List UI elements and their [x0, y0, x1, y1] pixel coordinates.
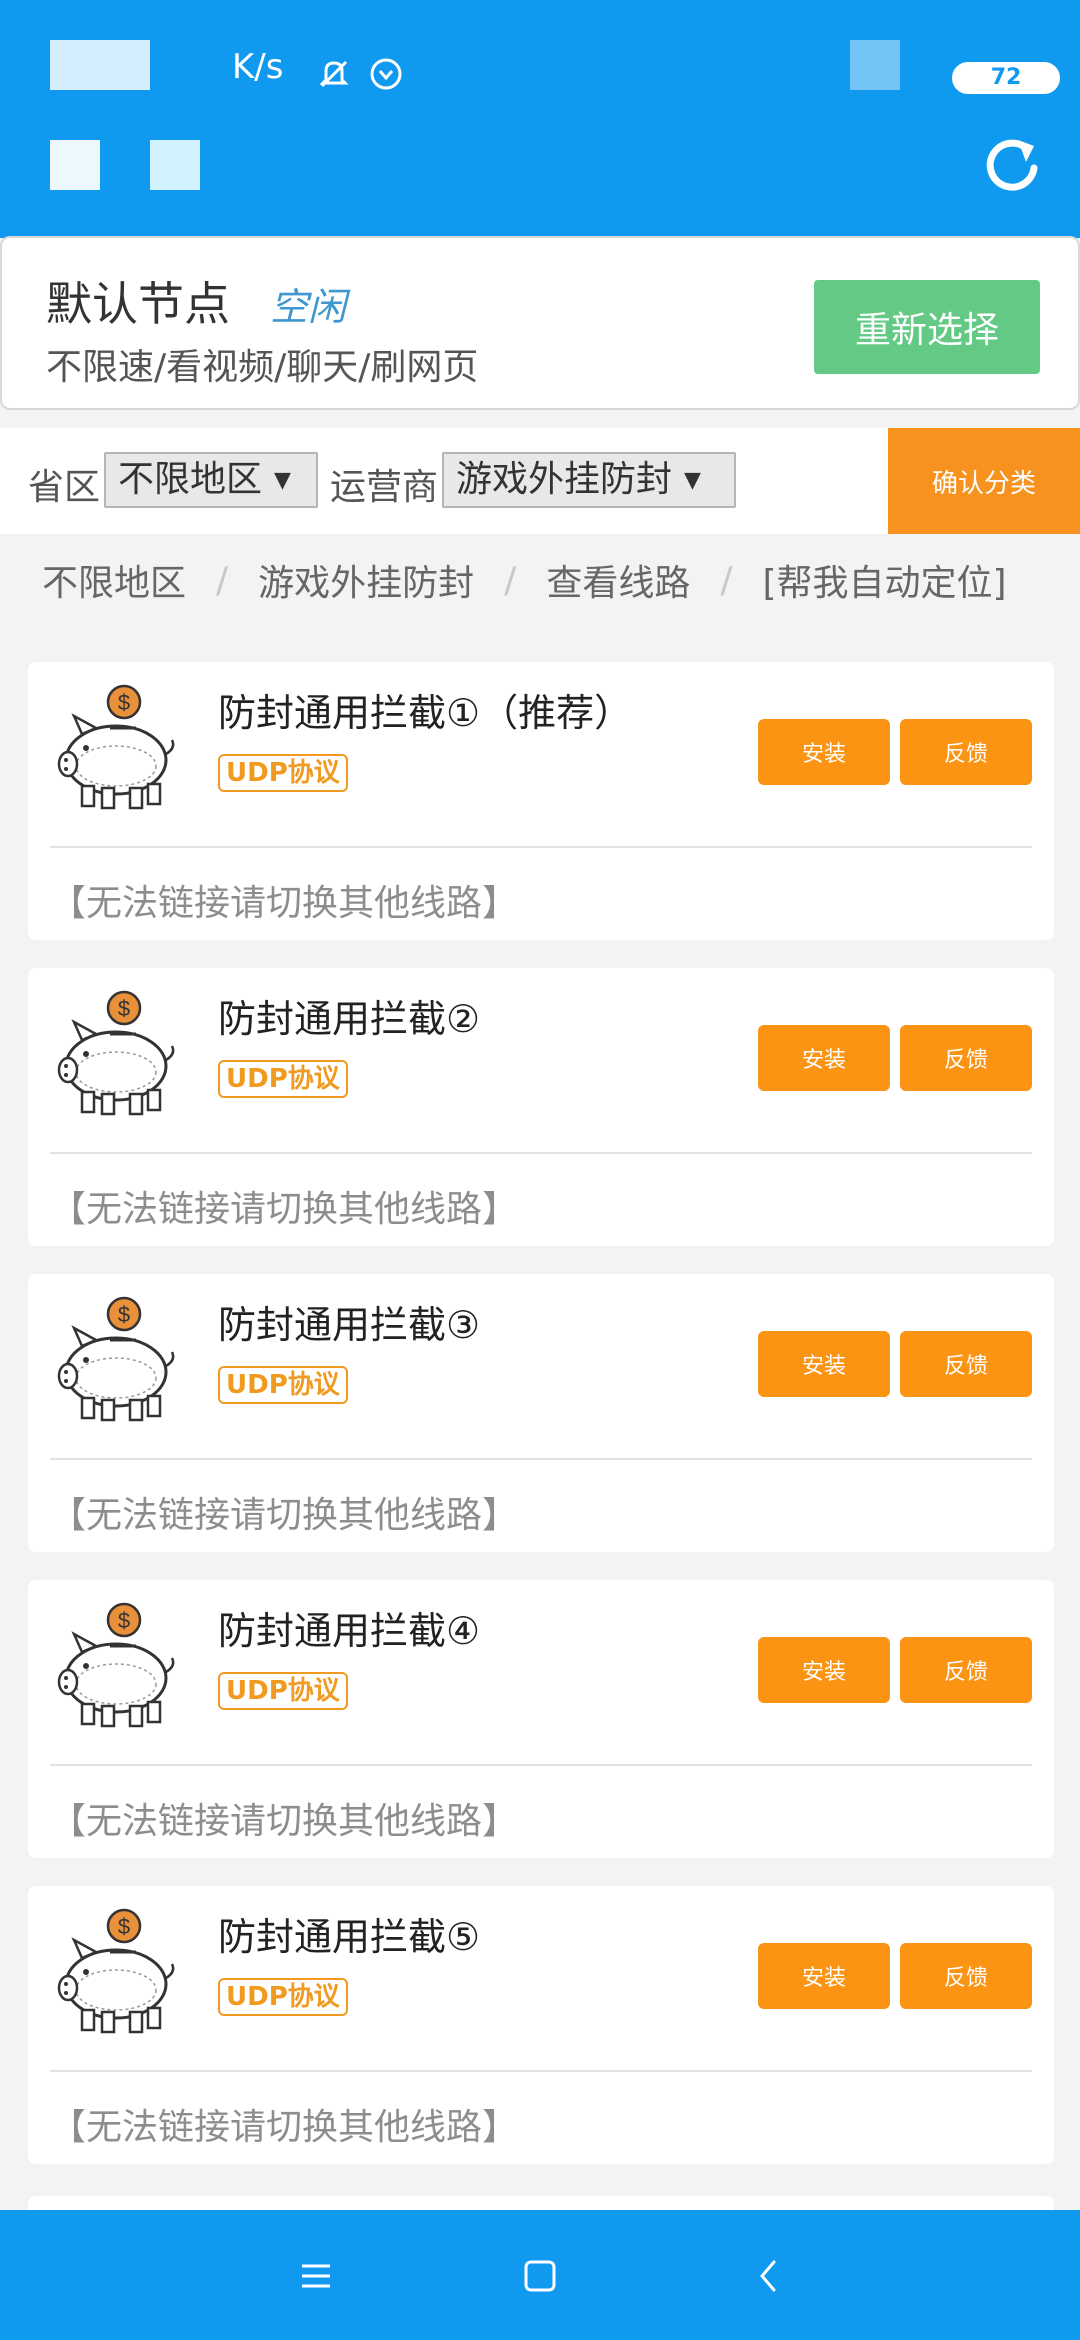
feedback-button[interactable]: 反馈 — [900, 1331, 1032, 1397]
svg-text:$: $ — [118, 1914, 130, 1939]
province-label: 省区 — [28, 467, 101, 508]
feedback-button[interactable]: 反馈 — [900, 1637, 1032, 1703]
node-title: 默认节点 — [46, 277, 230, 331]
mute-bell-icon — [316, 56, 352, 96]
filter-bar: 省区 不限地区 ▼ 运营商 游戏外挂防封 ▼ 确认分类 — [0, 428, 1080, 534]
node-status: 空闲 — [270, 285, 347, 329]
node-description: 不限速/看视频/聊天/刷网页 — [46, 347, 479, 388]
svg-text:$: $ — [118, 1302, 130, 1327]
carrier-select[interactable]: 游戏外挂防封 ▼ — [442, 452, 736, 508]
line-note: 【无法链接请切换其他线路】 — [50, 1495, 519, 1536]
location-icon — [368, 56, 404, 96]
home-icon[interactable] — [512, 2248, 568, 2304]
install-button[interactable]: 安装 — [758, 1637, 890, 1703]
confirm-category-button[interactable]: 确认分类 — [888, 428, 1080, 534]
feedback-button[interactable]: 反馈 — [900, 1025, 1032, 1091]
protocol-badge: UDP协议 — [218, 1978, 348, 2016]
line-note: 【无法链接请切换其他线路】 — [50, 2107, 519, 2148]
blurred-signal — [850, 40, 900, 90]
protocol-badge: UDP协议 — [218, 1672, 348, 1710]
feedback-button[interactable]: 反馈 — [900, 719, 1032, 785]
breadcrumb-separator: / — [216, 559, 229, 601]
breadcrumb-item-region[interactable]: 不限地区 — [42, 554, 186, 606]
province-select[interactable]: 不限地区 ▼ — [104, 452, 318, 508]
svg-text:$: $ — [118, 690, 130, 715]
piggy-bank-icon: $ — [52, 1600, 182, 1736]
list-item: $ 防封通用拦截①（推荐） UDP协议 安装 反馈【无法链接请切换其他线路】 — [28, 662, 1054, 940]
network-speed: K/s — [232, 47, 284, 87]
divider — [50, 846, 1032, 848]
line-note: 【无法链接请切换其他线路】 — [50, 1189, 519, 1230]
breadcrumb-separator: / — [504, 559, 517, 601]
divider — [50, 1152, 1032, 1154]
feedback-button[interactable]: 反馈 — [900, 1943, 1032, 2009]
dropdown-arrow-icon: ▼ — [274, 468, 291, 493]
breadcrumb: 不限地区 / 游戏外挂防封 / 查看线路 / [帮我自动定位] — [42, 554, 1007, 606]
reselect-button[interactable]: 重新选择 — [814, 280, 1040, 374]
status-bar: K/s 72 — [0, 26, 1080, 94]
protocol-badge: UDP协议 — [218, 1366, 348, 1404]
list-item: $ 防封通用拦截③ UDP协议 安装 反馈【无法链接请切换其他线路】 — [28, 1274, 1054, 1552]
app-header: K/s 72 — [0, 0, 1080, 238]
system-nav-bar — [0, 2210, 1080, 2340]
breadcrumb-item-carrier[interactable]: 游戏外挂防封 — [258, 554, 474, 606]
node-panel: 默认节点 空闲 不限速/看视频/聊天/刷网页 重新选择 — [0, 236, 1080, 410]
divider — [50, 1458, 1032, 1460]
install-button[interactable]: 安装 — [758, 719, 890, 785]
dropdown-arrow-icon: ▼ — [684, 468, 701, 493]
breadcrumb-item-lines[interactable]: 查看线路 — [546, 554, 690, 606]
line-title: 防封通用拦截② — [218, 997, 481, 1041]
svg-text:$: $ — [118, 996, 130, 1021]
line-title: 防封通用拦截④ — [218, 1609, 481, 1653]
protocol-badge: UDP协议 — [218, 754, 348, 792]
carrier-value: 游戏外挂防封 — [456, 459, 673, 500]
install-button[interactable]: 安装 — [758, 1943, 890, 2009]
line-title: 防封通用拦截③ — [218, 1303, 481, 1347]
divider — [50, 1764, 1032, 1766]
carrier-label: 运营商 — [330, 467, 439, 508]
line-title: 防封通用拦截①（推荐） — [218, 691, 633, 735]
protocol-badge: UDP协议 — [218, 1060, 348, 1098]
list-item: $ 防封通用拦截④ UDP协议 安装 反馈【无法链接请切换其他线路】 — [28, 1580, 1054, 1858]
piggy-bank-icon: $ — [52, 988, 182, 1124]
blurred-status-info — [50, 40, 150, 90]
list-item: $ 防封通用拦截② UDP协议 安装 反馈【无法链接请切换其他线路】 — [28, 968, 1054, 1246]
province-value: 不限地区 — [118, 459, 263, 500]
header-left-square — [50, 140, 100, 190]
install-button[interactable]: 安装 — [758, 1331, 890, 1397]
refresh-icon[interactable] — [978, 132, 1046, 200]
battery-indicator: 72 — [952, 62, 1060, 94]
menu-icon[interactable] — [288, 2248, 344, 2304]
list-item: $ 防封通用拦截⑤ UDP协议 安装 反馈【无法链接请切换其他线路】 — [28, 1886, 1054, 2164]
line-note: 【无法链接请切换其他线路】 — [50, 1801, 519, 1842]
piggy-bank-icon: $ — [52, 1906, 182, 2042]
header-right-square — [150, 140, 200, 190]
install-button[interactable]: 安装 — [758, 1025, 890, 1091]
line-note: 【无法链接请切换其他线路】 — [50, 883, 519, 924]
svg-text:$: $ — [118, 1608, 130, 1633]
back-icon[interactable] — [740, 2248, 796, 2304]
divider — [50, 2070, 1032, 2072]
breadcrumb-separator: / — [720, 559, 733, 601]
auto-locate-link[interactable]: [帮我自动定位] — [762, 554, 1006, 606]
piggy-bank-icon: $ — [52, 682, 182, 818]
line-title: 防封通用拦截⑤ — [218, 1915, 481, 1959]
piggy-bank-icon: $ — [52, 1294, 182, 1430]
